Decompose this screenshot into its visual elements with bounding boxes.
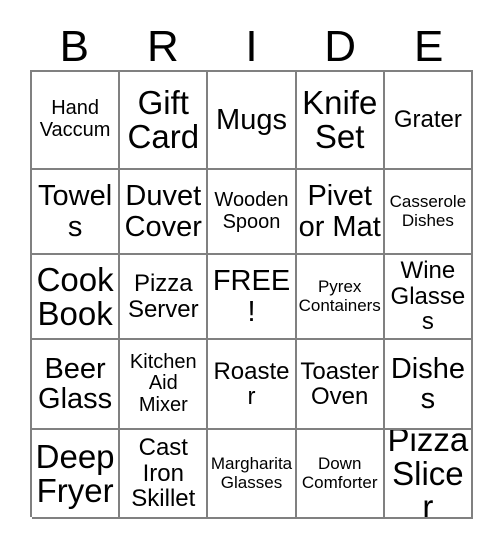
bingo-cell[interactable]: Knife Set: [296, 72, 385, 170]
bingo-cell[interactable]: Wooden Spoon: [208, 170, 297, 255]
bingo-cell[interactable]: Pyrex Containers: [296, 255, 385, 340]
bingo-cell[interactable]: Kitchen Aid Mixer: [120, 340, 209, 430]
bingo-cell-label: Pyrex Containers: [298, 276, 381, 315]
bingo-cell[interactable]: Toaster Oven: [296, 340, 385, 430]
bingo-cell-label: Grater: [393, 106, 462, 134]
bingo-cell-label: Wine Glasses: [390, 257, 466, 336]
bingo-cell[interactable]: Down Comforter: [296, 430, 385, 519]
bingo-cell-label: Hand Vaccum: [39, 97, 111, 141]
bingo-cell-label: Knife Set: [302, 84, 378, 155]
bingo-cell-label: Roaster: [213, 357, 290, 410]
header-letter-r: R: [147, 22, 179, 71]
bingo-cell-label: Duvet Cover: [124, 180, 202, 243]
bingo-cell[interactable]: Mugs: [208, 72, 297, 170]
bingo-cell-label: Pizza Slicer: [387, 430, 469, 519]
bingo-cell[interactable]: Cast Iron Skillet: [120, 430, 209, 519]
bingo-cell-label: Dishes: [390, 352, 465, 415]
bingo-cell-label: Kitchen Aid Mixer: [129, 350, 197, 416]
bingo-cell[interactable]: Wine Glasses: [384, 255, 473, 340]
bingo-cell-label: Mugs: [216, 103, 287, 136]
bingo-cell-label: FREE!: [212, 265, 291, 328]
bingo-cell[interactable]: Margharita Glasses: [208, 430, 297, 519]
bingo-cell-free[interactable]: FREE!: [208, 255, 297, 340]
bingo-cell-label: Cast Iron Skillet: [131, 434, 196, 513]
bingo-cell-label: Gift Card: [127, 84, 200, 155]
bingo-header-row: B R I D E: [30, 22, 473, 70]
bingo-cell[interactable]: Towels: [32, 170, 121, 255]
bingo-cell[interactable]: Pizza Server: [120, 255, 209, 340]
bingo-cell[interactable]: Grater: [384, 72, 473, 170]
bingo-cell-label: Pizza Server: [127, 270, 199, 323]
bingo-cell[interactable]: Gift Card: [120, 72, 209, 170]
bingo-cell-label: Towels: [38, 180, 113, 243]
bingo-cell[interactable]: Beer Glass: [32, 340, 121, 430]
bingo-grid: Hand Vaccum Gift Card Mugs Knife Set Gra…: [30, 70, 473, 519]
bingo-cell[interactable]: Pivet or Mat: [296, 170, 385, 255]
header-letter-b: B: [59, 22, 89, 71]
bingo-cell[interactable]: Hand Vaccum: [32, 72, 121, 170]
bingo-cell-label: Toaster Oven: [300, 357, 380, 410]
header-letter-e: E: [413, 22, 444, 71]
bingo-cell-label: Wooden Spoon: [214, 188, 289, 233]
bingo-cell[interactable]: Roaster: [208, 340, 297, 430]
bingo-card: B R I D E Hand Vaccum Gift Card Mugs Kni…: [0, 0, 500, 544]
header-letter-d: D: [324, 22, 356, 71]
bingo-cell-label: Beer Glass: [38, 352, 113, 415]
bingo-cell[interactable]: Duvet Cover: [120, 170, 209, 255]
bingo-cell-label: Cook Book: [36, 260, 114, 332]
bingo-cell[interactable]: Pizza Slicer: [384, 430, 473, 519]
bingo-cell[interactable]: Cook Book: [32, 255, 121, 340]
bingo-cell[interactable]: Deep Fryer: [32, 430, 121, 519]
bingo-cell[interactable]: Dishes: [384, 340, 473, 430]
bingo-cell-label: Casserole Dishes: [389, 191, 467, 230]
bingo-cell-label: Margharita Glasses: [210, 453, 293, 492]
bingo-cell-label: Pivet or Mat: [298, 180, 381, 243]
bingo-cell[interactable]: Casserole Dishes: [384, 170, 473, 255]
header-letter-i: I: [245, 22, 258, 71]
bingo-cell-label: Deep Fryer: [35, 437, 115, 509]
bingo-cell-label: Down Comforter: [301, 453, 378, 492]
